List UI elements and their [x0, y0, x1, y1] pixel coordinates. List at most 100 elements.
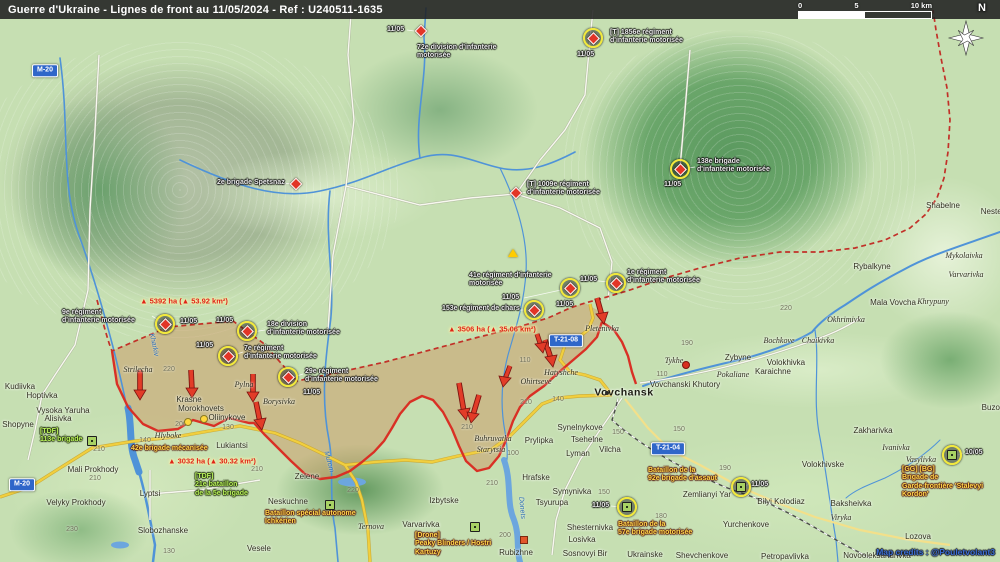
- unit-date-label: 11/05: [196, 342, 213, 350]
- russian-unit-label: 1e régiment d'infanterie motorisée: [627, 269, 700, 286]
- unit-date-label: 11/05: [303, 389, 320, 397]
- place-label: Lyptsi: [140, 489, 161, 499]
- place-label: Pylna: [235, 380, 254, 390]
- place-label: Zemlianyi Yar: [683, 490, 731, 500]
- unit-date-label: 11/05: [580, 276, 597, 284]
- elevation-label: 140: [139, 437, 151, 445]
- elevation-label: 180: [655, 513, 667, 521]
- place-label: Pokaliane: [717, 370, 749, 380]
- map-canvas: 72e division d'infanterie motorisée11/05…: [0, 0, 1000, 562]
- road-shield: T-21-04: [651, 442, 685, 455]
- ukrainian-unit-icon: [470, 522, 480, 532]
- elevation-label: 210: [89, 475, 101, 483]
- place-label: Mykolaivka: [945, 251, 982, 261]
- place-label: Tsyurupa: [536, 498, 568, 508]
- place-label: Bochkove: [763, 336, 794, 346]
- ukrainian-unit-label: [GG] [BG] Brigade de Garde-frontière 'St…: [902, 466, 983, 500]
- ukrainian-unit-marker: [325, 500, 335, 510]
- unit-date-label: 11/05: [577, 51, 594, 59]
- ukrainian-unit-icon: [325, 500, 335, 510]
- russian-unit-label: 138e brigade d'infanterie motorisée: [697, 158, 770, 175]
- russian-unit-label: 29e régiment d'infanterie motorisée: [305, 368, 378, 385]
- place-label: Ohirtseve: [520, 377, 551, 387]
- place-label: Velyky Prokhody: [46, 498, 105, 508]
- elevation-label: 220: [780, 305, 792, 313]
- bridge-marker: [520, 536, 528, 544]
- russian-unit-marker: [292, 180, 301, 189]
- place-label: Neskuchne: [268, 497, 308, 507]
- place-label: Hoptivka: [26, 391, 57, 401]
- red-dot: [682, 361, 690, 369]
- russian-unit-label: 2e brigade Spetsnaz: [217, 179, 285, 187]
- ukrainian-unit-label: 42e brigade mécanisée: [131, 445, 208, 453]
- scale-fill: [799, 12, 865, 18]
- russian-unit-marker: [218, 346, 238, 366]
- unit-date-label: 11/05: [556, 301, 573, 309]
- unit-date-label: 11/05: [180, 318, 197, 326]
- place-label: Symynivka: [553, 487, 592, 497]
- unit-date-label: 11/05: [664, 181, 681, 189]
- place-label: Tsehelne: [571, 435, 603, 445]
- russian-unit-marker: [560, 278, 580, 298]
- elevation-label: 190: [681, 340, 693, 348]
- russian-unit-marker: [155, 314, 175, 334]
- ukrainian-unit-label: Bataillon de la 92e brigade d'assaut: [648, 467, 717, 484]
- scale-tick-10km: 10 km: [911, 1, 932, 10]
- compass-north-label: N: [978, 2, 986, 14]
- russian-unit-icon: [415, 25, 428, 38]
- place-label: Synelnykove: [557, 423, 602, 433]
- russian-unit-icon: [290, 178, 303, 191]
- place-label: Losivka: [568, 535, 595, 545]
- ukrainian-unit-label: [Drone] Peaky Blinders / Hostri Kartuzy: [415, 532, 491, 557]
- russian-unit-marker: [670, 159, 690, 179]
- captured-area-label: ▲ 3032 ha (▲ 30.32 km²): [168, 457, 256, 466]
- place-label: Ivanivka: [882, 443, 910, 453]
- place-label: Baksheivka: [831, 499, 872, 509]
- russian-unit-marker: [512, 189, 521, 198]
- elevation-label: 150: [612, 429, 624, 437]
- place-label: Khrypuny: [917, 297, 949, 307]
- place-label: Sosnovyi Bir: [563, 549, 607, 559]
- place-label: Volokhivske: [802, 460, 844, 470]
- place-label: Vilcha: [599, 445, 621, 455]
- elevation-label: 150: [673, 426, 685, 434]
- elevation-label: 210: [461, 424, 473, 432]
- elevation-label: 150: [598, 489, 610, 497]
- scale-track: [798, 11, 932, 19]
- ukrainian-unit-marker: [470, 522, 480, 532]
- unit-date-label: 10/05: [965, 449, 983, 457]
- russian-unit-icon: [587, 32, 600, 45]
- russian-unit-marker: [417, 27, 426, 36]
- russian-unit-label: 9e régiment d'infanterie motorisée: [62, 309, 135, 326]
- place-label: Oliinykove: [209, 413, 246, 423]
- place-label: Ukrainske: [627, 550, 663, 560]
- pond: [111, 542, 129, 549]
- road-shield: M-20: [32, 64, 58, 77]
- unit-date-label: 11/05: [387, 26, 404, 34]
- warning-icon: [508, 249, 518, 257]
- russian-unit-icon: [610, 277, 623, 290]
- place-label: Varvarivka: [402, 520, 439, 530]
- russian-unit-label: 153e régiment de chars: [442, 305, 520, 313]
- map-title: Guerre d'Ukraine - Lignes de front au 11…: [0, 4, 383, 16]
- place-label: Shabelne: [926, 201, 960, 211]
- scale-tick-5: 5: [854, 1, 858, 10]
- place-label: Zakharivka: [853, 426, 892, 436]
- place-label: Borysivka: [263, 397, 295, 407]
- place-label: Shevchenkove: [676, 551, 728, 561]
- ukrainian-unit-icon: [622, 502, 632, 512]
- russian-unit-marker: [524, 300, 544, 320]
- place-label: Shopyne: [2, 420, 34, 430]
- captured-area-label: ▲ 5392 ha (▲ 53.92 km²): [140, 297, 228, 306]
- place-label: Shesternivka: [567, 523, 613, 533]
- place-label: Bilyi Kolodiaz: [757, 497, 805, 507]
- russian-unit-label: 41e régiment d'infanterie motorisée: [469, 272, 552, 289]
- place-label: Lyman: [566, 449, 590, 459]
- scale-bar: 0 5 10 km: [798, 1, 932, 19]
- place-label: Tykhe: [665, 356, 684, 366]
- place-label: Ternova: [358, 522, 384, 532]
- place-label: Petropavlivka: [761, 552, 809, 562]
- place-label: Zelene: [295, 472, 319, 482]
- place-label: Buhruvatka: [474, 434, 511, 444]
- place-label: Mali Prokhody: [68, 465, 119, 475]
